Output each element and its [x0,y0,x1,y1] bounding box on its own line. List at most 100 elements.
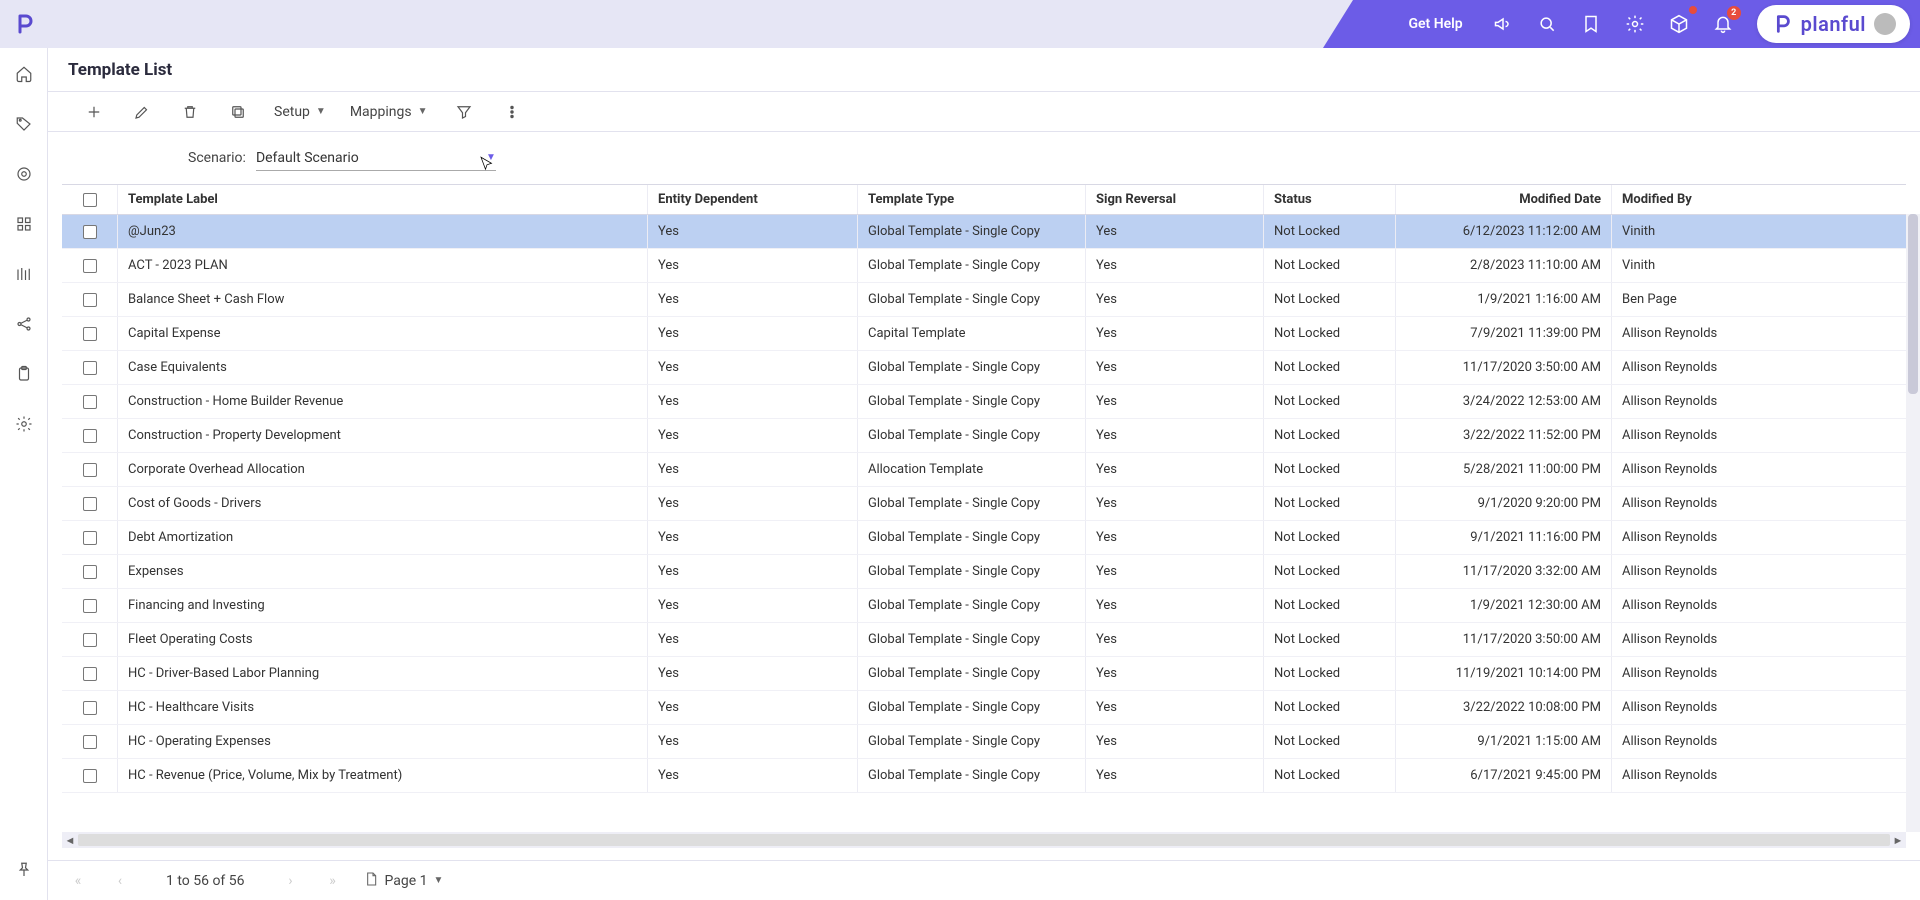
th-select-all[interactable] [62,185,118,214]
table-row[interactable]: HC - Operating ExpensesYesGlobal Templat… [62,725,1906,759]
more-button[interactable] [488,94,536,130]
checkbox-icon[interactable] [83,497,97,511]
row-checkbox-cell[interactable] [62,317,118,350]
row-checkbox-cell[interactable] [62,419,118,452]
horizontal-scrollbar[interactable]: ◄ ► [62,832,1906,848]
table-row[interactable]: Balance Sheet + Cash FlowYesGlobal Templ… [62,283,1906,317]
get-help-link[interactable]: Get Help [1408,16,1462,32]
page-select[interactable]: Page 1 ▼ [363,871,444,891]
checkbox-icon[interactable] [83,361,97,375]
row-checkbox-cell[interactable] [62,385,118,418]
table-row[interactable]: HC - Driver-Based Labor PlanningYesGloba… [62,657,1906,691]
row-checkbox-cell[interactable] [62,521,118,554]
row-checkbox-cell[interactable] [62,589,118,622]
scroll-track[interactable] [78,834,1890,846]
checkbox-icon[interactable] [83,225,97,239]
checkbox-icon[interactable] [83,259,97,273]
table-row[interactable]: HC - Healthcare VisitsYesGlobal Template… [62,691,1906,725]
table-row[interactable]: Fleet Operating CostsYesGlobal Template … [62,623,1906,657]
planful-logo-icon[interactable] [0,0,48,48]
row-checkbox-cell[interactable] [62,691,118,724]
row-checkbox-cell[interactable] [62,215,118,248]
row-checkbox-cell[interactable] [62,725,118,758]
filter-button[interactable] [440,94,488,130]
row-checkbox-cell[interactable] [62,555,118,588]
checkbox-icon[interactable] [83,599,97,613]
target-icon[interactable] [8,158,40,190]
table-row[interactable]: Financing and InvestingYesGlobal Templat… [62,589,1906,623]
library-icon[interactable] [8,258,40,290]
row-checkbox-cell[interactable] [62,249,118,282]
checkbox-icon[interactable] [83,667,97,681]
table-row[interactable]: HC - Revenue (Price, Volume, Mix by Trea… [62,759,1906,793]
avatar[interactable] [1874,13,1896,35]
checkbox-icon[interactable] [83,701,97,715]
row-checkbox-cell[interactable] [62,453,118,486]
scenario-select[interactable]: Default Scenario ▼ [256,146,496,171]
scrollbar-thumb[interactable] [1908,214,1918,394]
edit-button[interactable] [118,94,166,130]
bell-icon[interactable]: 2 [1701,2,1745,46]
apps-grid-icon[interactable] [8,208,40,240]
last-page-button[interactable]: » [321,869,345,893]
copy-button[interactable] [214,94,262,130]
checkbox-icon[interactable] [83,327,97,341]
table-row[interactable]: Case EquivalentsYesGlobal Template - Sin… [62,351,1906,385]
th-modified-date[interactable]: Modified Date [1396,185,1612,214]
row-checkbox-cell[interactable] [62,759,118,792]
table-row[interactable]: Debt AmortizationYesGlobal Template - Si… [62,521,1906,555]
checkbox-icon[interactable] [83,463,97,477]
scroll-right-icon[interactable]: ► [1890,834,1906,847]
gear-icon[interactable] [8,408,40,440]
next-page-button[interactable]: › [279,869,303,893]
table-row[interactable]: Construction - Property DevelopmentYesGl… [62,419,1906,453]
vertical-scrollbar[interactable] [1906,214,1920,832]
th-status[interactable]: Status [1264,185,1396,214]
th-entity-dependent[interactable]: Entity Dependent [648,185,858,214]
settings-gear-icon[interactable] [1613,2,1657,46]
announce-icon[interactable] [1481,2,1525,46]
table-row[interactable]: Construction - Home Builder RevenueYesGl… [62,385,1906,419]
scroll-left-icon[interactable]: ◄ [62,834,78,847]
checkbox-icon[interactable] [83,769,97,783]
setup-dropdown[interactable]: Setup▼ [262,94,338,130]
delete-button[interactable] [166,94,214,130]
table-row[interactable]: Capital ExpenseYesCapital TemplateYesNot… [62,317,1906,351]
th-modified-by[interactable]: Modified By [1612,185,1906,214]
table-row[interactable]: Corporate Overhead AllocationYesAllocati… [62,453,1906,487]
table-row[interactable]: @Jun23YesGlobal Template - Single CopyYe… [62,215,1906,249]
cell-status: Not Locked [1264,317,1396,350]
package-icon[interactable] [1657,2,1701,46]
checkbox-icon[interactable] [83,293,97,307]
prev-page-button[interactable]: ‹ [108,869,132,893]
mappings-dropdown[interactable]: Mappings▼ [338,94,440,130]
row-checkbox-cell[interactable] [62,487,118,520]
checkbox-icon[interactable] [83,565,97,579]
table-row[interactable]: ExpensesYesGlobal Template - Single Copy… [62,555,1906,589]
th-template-label[interactable]: Template Label [118,185,648,214]
row-checkbox-cell[interactable] [62,657,118,690]
clipboard-icon[interactable] [8,358,40,390]
checkbox-icon[interactable] [83,395,97,409]
add-button[interactable] [70,94,118,130]
row-checkbox-cell[interactable] [62,351,118,384]
checkbox-icon[interactable] [83,633,97,647]
table-row[interactable]: ACT - 2023 PLANYesGlobal Template - Sing… [62,249,1906,283]
checkbox-icon[interactable] [83,193,97,207]
bookmark-icon[interactable] [1569,2,1613,46]
row-checkbox-cell[interactable] [62,283,118,316]
share-icon[interactable] [8,308,40,340]
home-icon[interactable] [8,58,40,90]
tag-icon[interactable] [8,108,40,140]
brand-chip[interactable]: planful [1757,5,1910,43]
th-template-type[interactable]: Template Type [858,185,1086,214]
checkbox-icon[interactable] [83,429,97,443]
checkbox-icon[interactable] [83,531,97,545]
first-page-button[interactable]: « [66,869,90,893]
pin-icon[interactable] [8,854,40,886]
row-checkbox-cell[interactable] [62,623,118,656]
table-row[interactable]: Cost of Goods - DriversYesGlobal Templat… [62,487,1906,521]
search-icon[interactable] [1525,2,1569,46]
th-sign-reversal[interactable]: Sign Reversal [1086,185,1264,214]
checkbox-icon[interactable] [83,735,97,749]
